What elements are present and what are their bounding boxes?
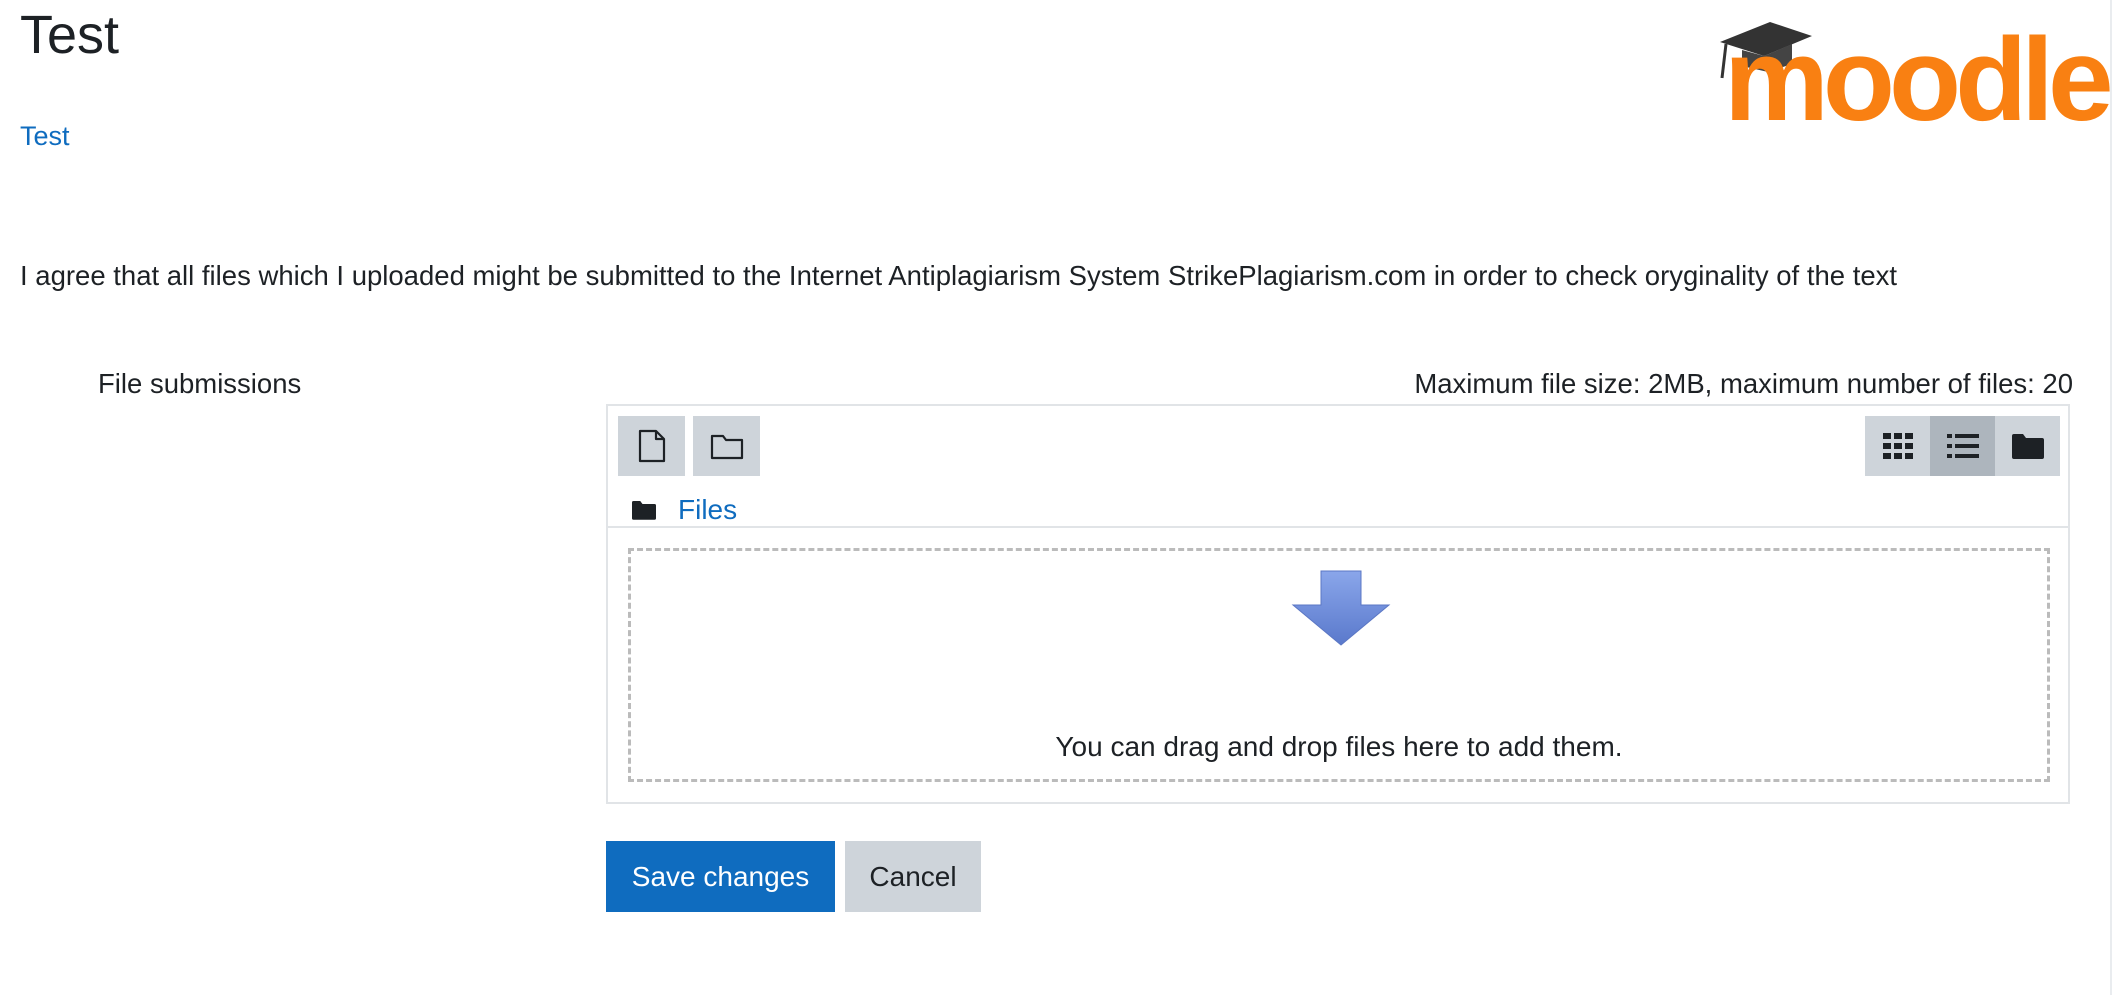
folder-outline-icon xyxy=(710,434,743,460)
grid-icon xyxy=(1882,433,1913,459)
page: Test Test moodle I agree that all files … xyxy=(0,0,2121,995)
drop-zone[interactable]: You can drag and drop files here to add … xyxy=(628,548,2050,782)
moodle-logo[interactable]: moodle xyxy=(1712,14,2112,126)
page-title: Test xyxy=(20,5,120,65)
create-folder-button[interactable] xyxy=(693,416,760,476)
folder-solid-icon xyxy=(632,501,656,520)
logo-wordmark: moodle xyxy=(1724,14,2110,126)
add-file-button[interactable] xyxy=(618,416,685,476)
file-submissions-label: File submissions xyxy=(98,368,302,399)
path-files-link[interactable]: Files xyxy=(678,492,737,528)
page-edge-divider xyxy=(2110,0,2112,995)
tree-view-button[interactable] xyxy=(1995,416,2060,476)
view-switcher xyxy=(1865,416,2060,476)
divider xyxy=(608,526,2068,528)
file-icon xyxy=(638,429,665,463)
file-limits-text: Maximum file size: 2MB, maximum number o… xyxy=(1414,368,2073,399)
list-icon xyxy=(1946,434,1979,458)
folder-solid-icon xyxy=(2011,434,2044,459)
save-changes-button[interactable]: Save changes xyxy=(606,841,835,912)
drop-zone-text: You can drag and drop files here to add … xyxy=(1055,731,1623,762)
icons-view-button[interactable] xyxy=(1865,416,1930,476)
breadcrumb-link-test[interactable]: Test xyxy=(20,118,70,154)
cancel-button[interactable]: Cancel xyxy=(845,841,981,912)
file-path-breadcrumb: Files xyxy=(632,490,737,530)
list-view-button[interactable] xyxy=(1930,416,1995,476)
agreement-text: I agree that all files which I uploaded … xyxy=(20,260,1898,291)
file-manager: Files You can drag and drop files here t… xyxy=(606,404,2070,804)
down-arrow-icon xyxy=(1291,570,1391,646)
